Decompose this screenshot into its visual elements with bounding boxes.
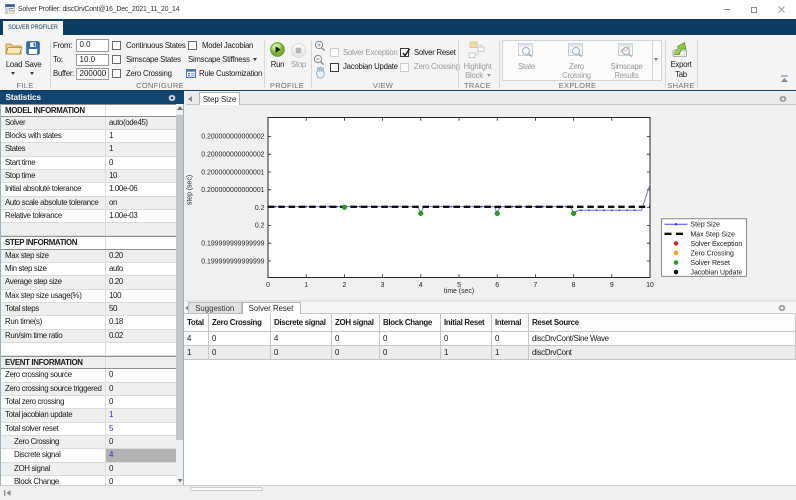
svg-text:4: 4 [419,282,423,289]
svg-text:6: 6 [495,282,499,289]
svg-text:0.200000000000002: 0.200000000000002 [201,133,264,140]
svg-text:Step Size: Step Size [691,221,721,228]
svg-text:Zero Crossing: Zero Crossing [691,250,734,257]
svg-text:0.200000000000001: 0.200000000000001 [201,169,264,176]
svg-text:Jacobian Update: Jacobian Update [691,269,743,276]
svg-text:Solver Reset: Solver Reset [691,259,731,266]
svg-text:1: 1 [304,282,308,289]
svg-text:time (sec): time (sec) [444,288,474,295]
svg-text:2: 2 [342,282,346,289]
svg-text:Max Step Size: Max Step Size [691,231,736,238]
svg-text:8: 8 [572,282,576,289]
svg-text:0.2: 0.2 [255,222,265,229]
svg-text:3: 3 [381,282,385,289]
svg-text:7: 7 [533,282,537,289]
svg-text:0: 0 [266,282,270,289]
svg-text:0.200000000000002: 0.200000000000002 [201,151,264,158]
svg-text:0.2: 0.2 [255,204,265,211]
svg-text:0.199999999999999: 0.199999999999999 [201,258,264,265]
svg-text:10: 10 [646,282,654,289]
svg-text:9: 9 [610,282,614,289]
svg-text:step (sec): step (sec) [187,174,194,204]
svg-text:0.199999999999999: 0.199999999999999 [201,240,264,247]
svg-text:Solver Exception: Solver Exception [691,240,743,247]
svg-text:0.200000000000001: 0.200000000000001 [201,187,264,194]
